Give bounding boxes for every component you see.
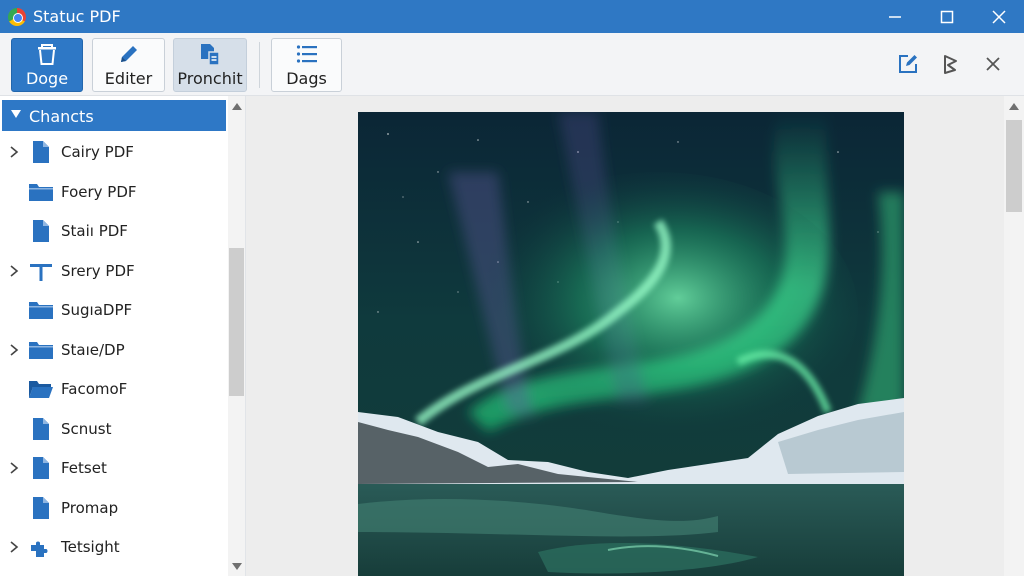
close-window-button[interactable] — [974, 0, 1024, 33]
sidebar-scroll-thumb[interactable] — [229, 248, 244, 396]
file-icon — [28, 218, 54, 244]
maximize-icon — [940, 10, 954, 23]
chevron-right-icon[interactable] — [8, 264, 20, 278]
app-window: Statuc PDF Doge Editer Pronchit Dags Cha… — [0, 0, 1024, 576]
aurora-image — [358, 112, 904, 576]
folder-open-icon — [28, 376, 54, 402]
file-copy-icon — [197, 42, 223, 66]
close-panel-button[interactable] — [980, 51, 1006, 77]
folder-icon — [28, 179, 54, 205]
tree-item-label: SugıaDPF — [61, 301, 133, 319]
tree-item[interactable]: SugıaDPF — [0, 292, 226, 328]
tree-item[interactable]: Srery PDF — [0, 253, 226, 289]
tree-item-label: Staiı PDF — [61, 222, 128, 240]
folder-icon — [28, 297, 54, 323]
pronchit-label: Pronchit — [177, 69, 243, 88]
pin-icon — [28, 258, 54, 284]
editer-button[interactable]: Editer — [92, 38, 165, 92]
tree-item[interactable]: Fetset — [0, 450, 226, 486]
sidebar-scrollbar[interactable] — [228, 96, 245, 576]
flag-button[interactable] — [937, 51, 963, 77]
tree-item[interactable]: Scnust — [0, 411, 226, 447]
flag-icon — [944, 55, 957, 74]
tree-item[interactable]: Foery PDF — [0, 174, 226, 210]
tree-item-label: Promap — [61, 498, 119, 517]
window-title: Statuc PDF — [33, 7, 121, 26]
tree-item[interactable]: Cairy PDF — [0, 134, 226, 170]
file-icon — [28, 455, 54, 481]
minimize-button[interactable] — [870, 0, 920, 33]
tree-item-label: FacomoF — [61, 380, 128, 398]
close-icon — [992, 9, 1006, 24]
title-bar: Statuc PDF — [0, 0, 1024, 33]
minimize-icon — [889, 15, 901, 18]
tree-header-label: Chancts — [29, 107, 94, 126]
preview-scrollbar[interactable] — [1004, 96, 1024, 576]
tree-header[interactable]: Chancts — [2, 100, 226, 131]
scroll-up-icon[interactable] — [1009, 103, 1019, 110]
tree-item-label: Foery PDF — [61, 182, 137, 201]
pencil-icon — [116, 42, 142, 66]
preview-scroll-thumb[interactable] — [1006, 120, 1022, 212]
tree-item[interactable]: Staiı PDF — [0, 213, 226, 249]
tree-item-label: Srery PDF — [61, 261, 135, 280]
edit-square-button[interactable] — [895, 51, 921, 77]
toolbar: Doge Editer Pronchit Dags — [0, 33, 1024, 96]
tree-item[interactable]: Promap — [0, 490, 226, 526]
tree-item[interactable]: Tetsight — [0, 529, 226, 565]
folder-icon — [28, 337, 54, 363]
chevron-right-icon[interactable] — [8, 343, 20, 357]
edit-square-icon — [899, 55, 917, 73]
tree-item-label: Tetsight — [61, 538, 120, 556]
chevron-right-icon[interactable] — [8, 540, 20, 554]
file-icon — [28, 416, 54, 442]
trash-icon — [34, 42, 60, 66]
file-icon — [28, 139, 54, 165]
scroll-down-icon[interactable] — [232, 563, 242, 570]
toolbar-separator — [259, 42, 260, 88]
scroll-up-icon[interactable] — [232, 103, 242, 110]
preview-area — [246, 96, 1024, 576]
doge-label: Doge — [25, 69, 69, 88]
tree-item-label: Fetset — [61, 459, 107, 477]
sidebar: Chancts Cairy PDF Foery PDF Staiı PDF Srery… — [0, 96, 246, 576]
tree-item[interactable]: Staıe/DP — [0, 332, 226, 368]
dags-button[interactable]: Dags — [271, 38, 342, 92]
doge-button[interactable]: Doge — [11, 38, 83, 92]
chevron-right-icon[interactable] — [8, 461, 20, 475]
tree-item[interactable]: FacomoF — [0, 371, 226, 407]
close-icon — [986, 57, 1000, 71]
puzzle-icon — [28, 534, 54, 560]
editer-label: Editer — [104, 69, 153, 88]
pronchit-button[interactable]: Pronchit — [173, 38, 247, 92]
dags-label: Dags — [286, 69, 327, 88]
app-logo-icon — [8, 8, 26, 26]
tree-item-label: Scnust — [61, 419, 112, 438]
maximize-button[interactable] — [922, 0, 972, 33]
tree-item-label: Cairy PDF — [61, 143, 134, 161]
document-page — [358, 112, 904, 576]
file-icon — [28, 495, 54, 521]
chevron-right-icon[interactable] — [8, 145, 20, 159]
caret-down-icon — [11, 110, 21, 118]
tree-item-label: Staıe/DP — [61, 340, 125, 359]
list-icon — [294, 42, 320, 66]
